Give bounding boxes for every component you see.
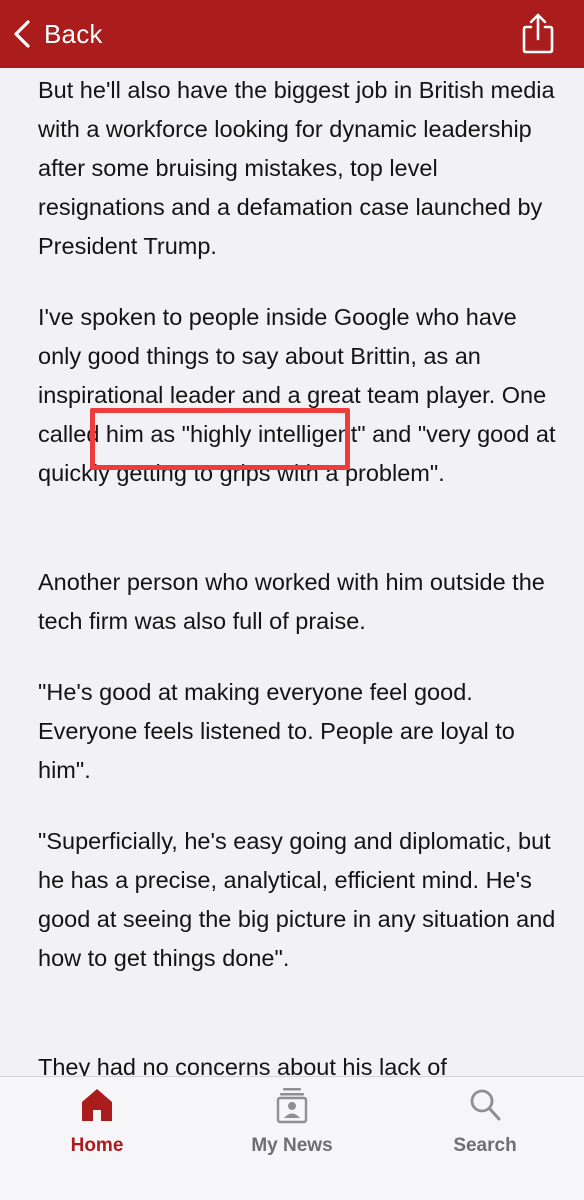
tab-search-label: Search <box>453 1135 517 1156</box>
tab-home-label: Home <box>70 1135 124 1156</box>
share-icon <box>520 12 556 54</box>
home-icon <box>79 1085 115 1125</box>
tab-home[interactable]: Home <box>17 1085 177 1175</box>
my-news-icon <box>274 1085 310 1125</box>
app-screen: Back But he'll also have the biggest job… <box>0 0 584 1200</box>
article-paragraph: "Superficially, he's easy going and dipl… <box>38 828 556 971</box>
header-bar: Back <box>0 0 584 68</box>
article-paragraph: "He's good at making everyone feel good.… <box>38 679 515 783</box>
tab-my-news-label: My News <box>251 1135 333 1156</box>
article-paragraph: They had no concerns about his lack of <box>38 1054 447 1076</box>
article-paragraph: Another person who worked with him outsi… <box>38 569 545 634</box>
bottom-tab-bar: Home My News Search <box>0 1076 584 1200</box>
article-paragraph: I've spoken to people inside Google who … <box>38 304 556 486</box>
share-button[interactable] <box>520 12 556 54</box>
tab-my-news[interactable]: My News <box>212 1085 372 1175</box>
chevron-left-icon <box>10 19 34 49</box>
search-icon <box>467 1085 503 1125</box>
back-button[interactable]: Back <box>10 12 103 56</box>
tab-search[interactable]: Search <box>405 1085 565 1175</box>
article-paragraph: But he'll also have the biggest job in B… <box>38 77 555 259</box>
article-body: But he'll also have the biggest job in B… <box>0 68 584 1076</box>
back-label: Back <box>44 18 103 49</box>
